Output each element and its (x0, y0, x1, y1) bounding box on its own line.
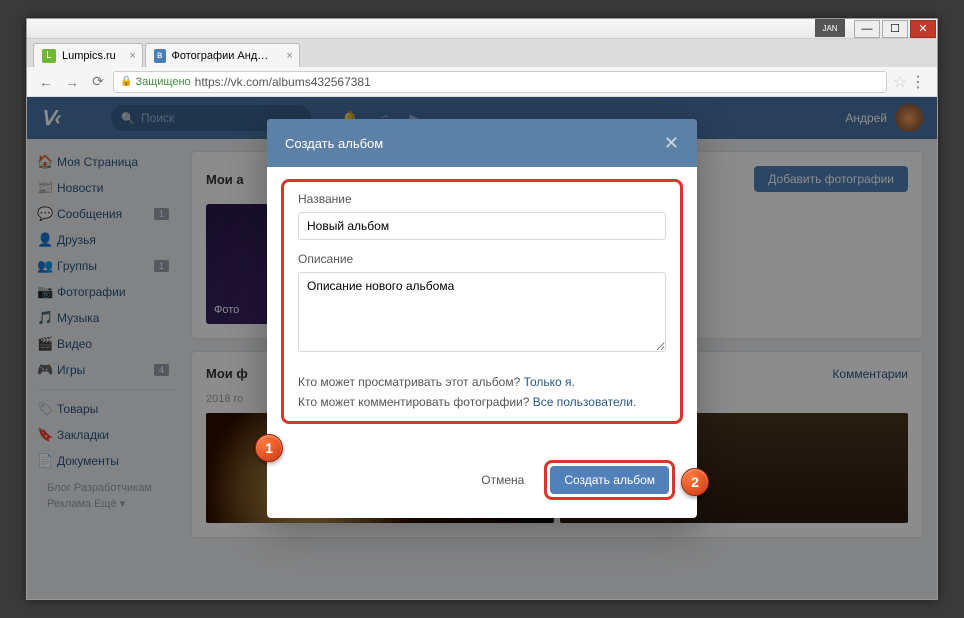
create-album-modal: Создать альбом ✕ Название Описание Описа… (267, 119, 697, 518)
privacy-view-link[interactable]: Только я. (524, 375, 575, 389)
browser-tabs: L Lumpics.ru × в Фотографии Андрея Пе × (27, 39, 937, 67)
window-minimize[interactable]: — (854, 20, 880, 38)
tab-lumpics[interactable]: L Lumpics.ru × (33, 43, 143, 67)
window-close[interactable]: ✕ (910, 20, 936, 38)
url-text: https://vk.com/albums432567381 (195, 75, 371, 89)
nav-forward[interactable]: → (61, 71, 83, 93)
privacy-view: Кто может просматривать этот альбом? Тол… (298, 375, 666, 389)
favicon: в (154, 49, 166, 63)
album-name-input[interactable] (298, 212, 666, 240)
extension-badge: JAN (815, 19, 845, 37)
tab-title: Фотографии Андрея Пе (172, 50, 273, 62)
favicon: L (42, 49, 56, 63)
annotation-marker-1: 1 (255, 434, 283, 462)
nav-reload[interactable]: ⟳ (87, 71, 109, 93)
annotation-frame-2: Создать альбом (544, 460, 675, 500)
tab-title: Lumpics.ru (62, 50, 116, 62)
create-album-button[interactable]: Создать альбом (550, 466, 669, 494)
modal-close-icon[interactable]: ✕ (664, 133, 679, 154)
address-bar[interactable]: Защищено https://vk.com/albums432567381 (113, 71, 887, 93)
album-description-input[interactable]: Описание нового альбома (298, 272, 666, 352)
modal-overlay: Создать альбом ✕ Название Описание Описа… (27, 97, 937, 599)
nav-back[interactable]: ← (35, 71, 57, 93)
tab-vk[interactable]: в Фотографии Андрея Пе × (145, 43, 300, 67)
privacy-comment: Кто может комментировать фотографии? Все… (298, 395, 666, 409)
annotation-frame-1: Название Описание Описание нового альбом… (281, 179, 683, 424)
tab-close-icon[interactable]: × (286, 50, 292, 62)
bookmark-star-icon[interactable]: ☆ (893, 72, 907, 92)
window-maximize[interactable]: ☐ (882, 20, 908, 38)
tab-close-icon[interactable]: × (129, 50, 135, 62)
browser-menu[interactable]: ⋮ (907, 72, 929, 92)
secure-badge: Защищено (120, 76, 191, 88)
privacy-comment-link[interactable]: Все пользователи. (533, 395, 637, 409)
modal-title: Создать альбом (285, 136, 383, 151)
label-name: Название (298, 192, 666, 206)
cancel-button[interactable]: Отмена (469, 466, 536, 494)
label-description: Описание (298, 252, 666, 266)
annotation-marker-2: 2 (681, 468, 709, 496)
